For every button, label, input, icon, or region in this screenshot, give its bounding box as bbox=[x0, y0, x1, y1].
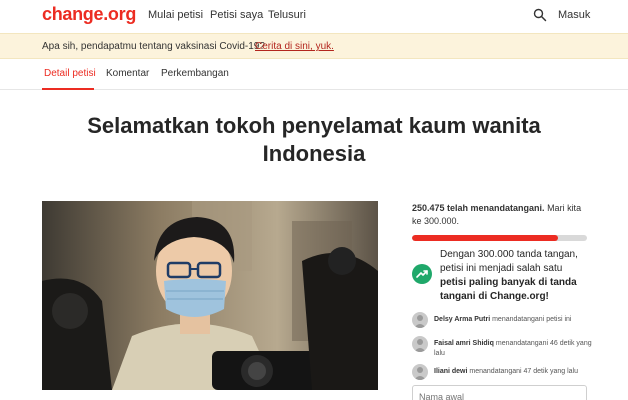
signer-action: menandatangani 47 detik yang lalu bbox=[467, 368, 578, 375]
search-icon[interactable] bbox=[533, 8, 547, 22]
recent-signer-text: Faisal amri Shidiq menandatangani 46 det… bbox=[434, 339, 594, 359]
petition-photo-illustration bbox=[42, 201, 378, 390]
banner-link[interactable]: Cerita di sini, yuk. bbox=[255, 41, 334, 52]
nav-start-petition[interactable]: Mulai petisi bbox=[148, 9, 203, 21]
tab-comments[interactable]: Komentar bbox=[106, 68, 149, 79]
recent-signer-text: Iliani dewi menandatangani 47 detik yang… bbox=[434, 367, 594, 377]
avatar bbox=[412, 336, 428, 352]
signer-name: Delsy Arma Putri bbox=[434, 316, 491, 323]
milestone-text-bold: petisi paling banyak di tanda tangani di… bbox=[440, 277, 577, 302]
avatar bbox=[412, 312, 428, 328]
petition-tabs: Detail petisi Komentar Perkembangan bbox=[0, 60, 628, 90]
change-org-logo[interactable]: change.org bbox=[42, 4, 136, 25]
login-link[interactable]: Masuk bbox=[558, 9, 590, 21]
active-tab-indicator bbox=[42, 88, 94, 90]
tab-updates[interactable]: Perkembangan bbox=[161, 68, 229, 79]
tab-petition-details[interactable]: Detail petisi bbox=[44, 68, 96, 79]
top-navigation: change.org Mulai petisi Petisi saya Telu… bbox=[0, 0, 628, 32]
petition-image bbox=[42, 201, 378, 390]
banner-text: Apa sih, pendapatmu tentang vaksinasi Co… bbox=[42, 41, 265, 52]
signer-name: Iliani dewi bbox=[434, 368, 468, 375]
signature-progress-bar bbox=[412, 235, 587, 241]
signer-name: Faisal amri Shidiq bbox=[434, 340, 494, 347]
signature-count: 250.475 telah menandatangani. Mari kita … bbox=[412, 202, 592, 228]
signer-action: menandatangani petisi ini bbox=[490, 316, 572, 323]
first-name-input[interactable] bbox=[412, 385, 587, 400]
nav-browse[interactable]: Telusuri bbox=[268, 9, 306, 21]
petition-title: Selamatkan tokoh penyelamat kaum wanita … bbox=[87, 113, 541, 166]
signature-progress-fill bbox=[412, 235, 559, 241]
survey-banner: Apa sih, pendapatmu tentang vaksinasi Co… bbox=[0, 33, 628, 59]
milestone-message: Dengan 300.000 tanda tangan, petisi ini … bbox=[440, 248, 590, 304]
signature-count-number: 250.475 telah menandatangani. bbox=[412, 203, 545, 213]
trending-up-icon bbox=[412, 264, 432, 284]
milestone-text-2: petisi ini menjadi salah satu bbox=[440, 263, 563, 274]
milestone-text-1: Dengan 300.000 tanda tangan, bbox=[440, 249, 578, 260]
recent-signer-text: Delsy Arma Putri menandatangani petisi i… bbox=[434, 315, 594, 325]
avatar bbox=[412, 364, 428, 380]
nav-my-petitions[interactable]: Petisi saya bbox=[210, 9, 263, 21]
